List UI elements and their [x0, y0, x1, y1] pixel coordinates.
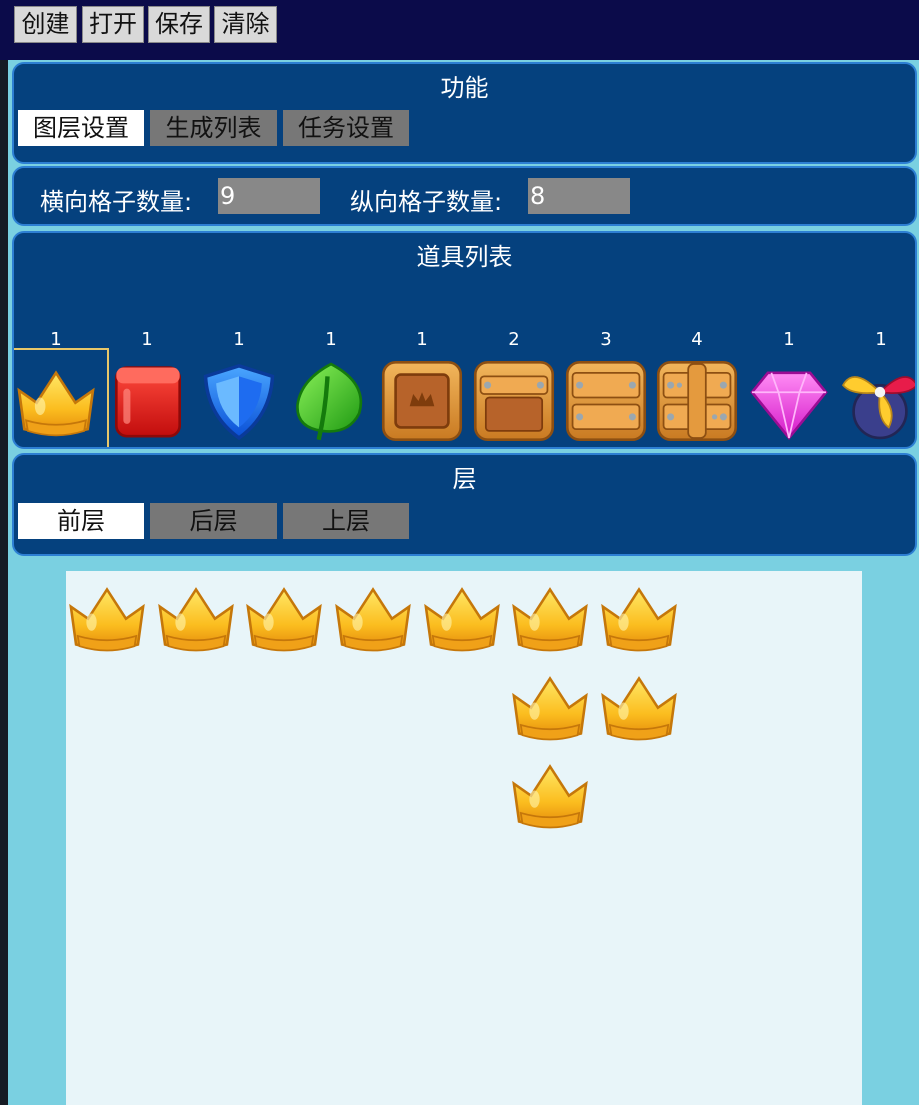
clear-button[interactable]: 清除	[214, 6, 277, 43]
level-board[interactable]	[66, 571, 862, 1105]
item-list-panel: 道具列表 1 1 1 1 1 2 3 4 1 1	[12, 231, 917, 449]
wooden-reinforced-crate-icon[interactable]	[653, 357, 741, 445]
item-count: 2	[508, 329, 520, 350]
pink-gem-icon[interactable]	[745, 357, 833, 445]
tab-layer-settings[interactable]: 图层设置	[18, 110, 144, 146]
item-count: 1	[141, 329, 153, 350]
crown-icon[interactable]	[419, 574, 505, 660]
crown-icon[interactable]	[596, 574, 682, 660]
open-button[interactable]: 打开	[82, 6, 144, 43]
red-cube-icon[interactable]	[104, 357, 192, 445]
crown-icon[interactable]	[596, 663, 682, 749]
crown-icon[interactable]	[241, 574, 327, 660]
green-leaf-icon[interactable]	[287, 357, 375, 445]
crown-icon[interactable]	[507, 574, 593, 660]
tab-task-settings[interactable]: 任务设置	[283, 110, 409, 146]
crown-icon[interactable]	[507, 751, 593, 837]
item-list-title: 道具列表	[416, 243, 513, 271]
crown-icon[interactable]	[153, 574, 239, 660]
vertical-count-input[interactable]: 8	[528, 178, 630, 214]
item-count: 4	[691, 329, 703, 350]
create-button[interactable]: 创建	[14, 6, 77, 43]
crown-icon[interactable]	[330, 574, 416, 660]
function-panel: 功能 图层设置 生成列表 任务设置	[12, 62, 917, 164]
propeller-bomb-icon[interactable]	[836, 357, 917, 445]
tab-front-layer[interactable]: 前层	[18, 503, 144, 539]
function-panel-title: 功能	[440, 74, 489, 102]
crown-icon[interactable]	[507, 663, 593, 749]
blue-shield-icon[interactable]	[195, 357, 283, 445]
wooden-crate-icon[interactable]	[470, 357, 558, 445]
save-button[interactable]: 保存	[148, 6, 210, 43]
tab-back-layer[interactable]: 后层	[150, 503, 277, 539]
layer-panel: 层 前层 后层 上层	[12, 453, 917, 556]
wooden-crown-box-icon[interactable]	[378, 357, 466, 445]
crown-icon[interactable]	[12, 357, 100, 445]
item-count: 1	[783, 329, 795, 350]
item-count: 1	[325, 329, 337, 350]
wooden-double-crate-icon[interactable]	[562, 357, 650, 445]
item-count: 1	[233, 329, 245, 350]
item-count: 3	[600, 329, 612, 350]
tab-generate-list[interactable]: 生成列表	[150, 110, 277, 146]
grid-size-panel: 横向格子数量: 9 纵向格子数量: 8	[12, 166, 917, 226]
vertical-count-label: 纵向格子数量:	[350, 188, 503, 216]
top-toolbar: 创建 打开 保存 清除	[0, 0, 919, 60]
crown-icon[interactable]	[64, 574, 150, 660]
item-count: 1	[50, 329, 62, 350]
tab-upper-layer[interactable]: 上层	[283, 503, 409, 539]
horizontal-count-label: 横向格子数量:	[40, 188, 193, 216]
horizontal-count-input[interactable]: 9	[218, 178, 320, 214]
layer-panel-title: 层	[452, 465, 477, 493]
item-count: 1	[416, 329, 428, 350]
item-count: 1	[875, 329, 887, 350]
app-area: 功能 图层设置 生成列表 任务设置 横向格子数量: 9 纵向格子数量: 8 道具…	[8, 60, 919, 1105]
